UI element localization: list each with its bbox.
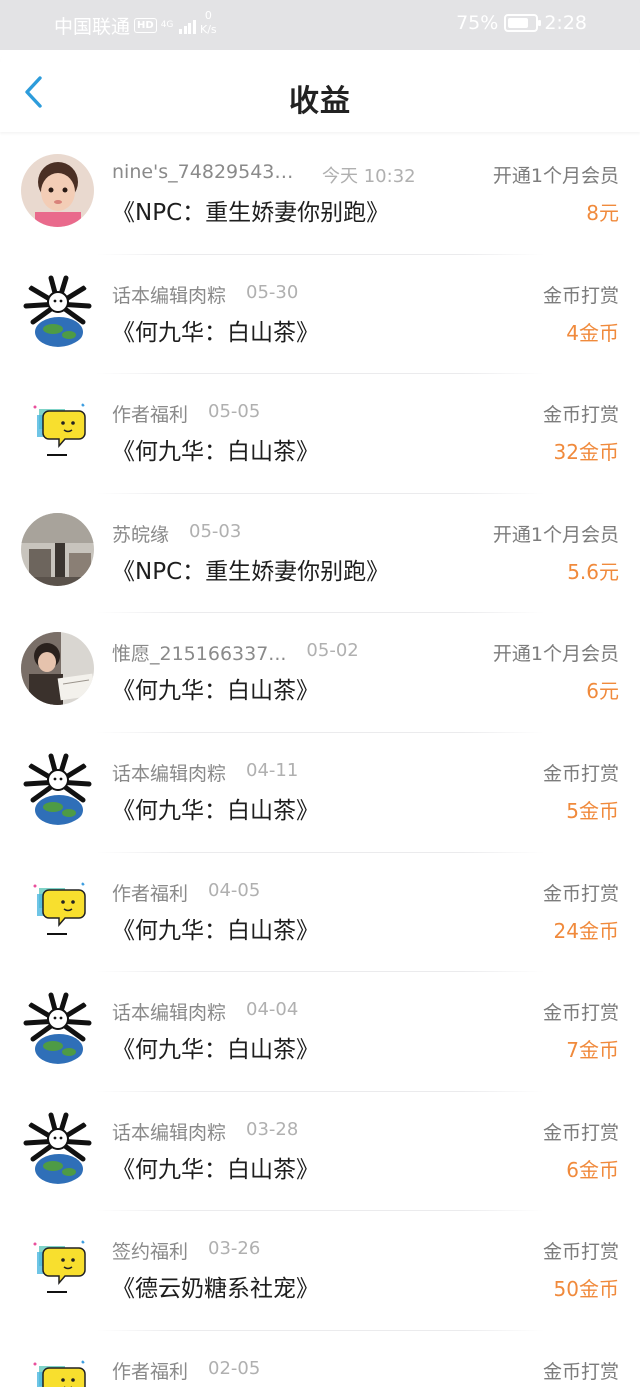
- meme-earth-avatar[interactable]: [21, 991, 94, 1065]
- username: 话本编辑肉粽: [112, 284, 227, 307]
- username: 话本编辑肉粽: [112, 1121, 227, 1144]
- username: nine's_748295438...: [112, 161, 302, 183]
- earning-type: 金币打赏: [542, 404, 619, 427]
- page-title: 收益: [289, 84, 351, 119]
- date-label: 04-04: [246, 999, 299, 1021]
- earning-row-9[interactable]: 话本编辑肉粽 03-28 《何九华：白山茶》 金币打赏 6金币: [0, 1092, 640, 1212]
- earning-type: 开通1个月会员: [492, 165, 619, 187]
- book-title: 《NPC：重生娇妻你别跑》: [112, 200, 390, 226]
- hd-badge: HD: [134, 18, 157, 33]
- battery-icon: [504, 14, 542, 32]
- photo-child-avatar[interactable]: [21, 154, 94, 227]
- username: 作者福利: [112, 1360, 189, 1383]
- network-label: 4G: [160, 20, 174, 30]
- username: 签约福利: [112, 1241, 189, 1264]
- date-label: 02-05: [208, 1357, 261, 1379]
- earning-row-6[interactable]: 话本编辑肉粽 04-11 《何九华：白山茶》 金币打赏 5金币: [0, 733, 640, 853]
- date-label: 今天 10:32: [322, 166, 416, 187]
- meme-bubble-avatar[interactable]: [21, 1230, 94, 1304]
- username: 作者福利: [112, 882, 189, 905]
- earning-type: 金币打赏: [542, 1121, 619, 1144]
- status-left: 中国联通 HD 4G: [54, 12, 196, 39]
- username: 话本编辑肉粽: [112, 1002, 227, 1025]
- date-label: 05-30: [246, 281, 299, 303]
- speed-unit: K/s: [200, 23, 217, 36]
- earning-row-10[interactable]: 签约福利 03-26 《德云奶糖系社宠》 金币打赏 50金币: [0, 1211, 640, 1331]
- date-label: 04-11: [246, 759, 299, 781]
- username: 惟愿_215166337...: [112, 643, 287, 666]
- book-title: 《何九华：白山茶》: [112, 1156, 319, 1183]
- meme-earth-avatar[interactable]: [21, 751, 94, 825]
- earning-type: 金币打赏: [542, 1241, 619, 1264]
- date-label: 05-03: [189, 520, 242, 542]
- earning-row-7[interactable]: 作者福利 04-05 《何九华：白山茶》 金币打赏 24金币: [0, 853, 640, 973]
- earning-amount: 24金币: [553, 918, 619, 943]
- date-label: 05-02: [306, 640, 359, 662]
- earning-type: 金币打赏: [542, 1002, 619, 1025]
- earning-type: 开通1个月会员: [492, 643, 619, 666]
- earning-type: 金币打赏: [542, 1360, 619, 1383]
- date-label: 03-28: [246, 1118, 299, 1140]
- earning-row-4[interactable]: 苏皖缘 05-03 《NPC：重生娇妻你别跑》 开通1个月会员 5.6元: [0, 494, 640, 614]
- earning-amount: 50金币: [553, 1277, 619, 1302]
- earning-row-8[interactable]: 话本编辑肉粽 04-04 《何九华：白山茶》 金币打赏 7金币: [0, 972, 640, 1092]
- earning-row-2[interactable]: 话本编辑肉粽 05-30 《何九华：白山茶》 金币打赏 4金币: [0, 255, 640, 375]
- earning-amount: 6金币: [566, 1157, 619, 1182]
- earning-amount: 8元: [586, 201, 619, 225]
- photo-room-avatar[interactable]: [21, 512, 94, 586]
- earning-amount: 4金币: [566, 320, 619, 345]
- earning-type: 金币打赏: [542, 284, 619, 307]
- book-title: 《NPC：重生娇妻你别跑》: [112, 558, 390, 585]
- earning-amount: 7金币: [566, 1038, 619, 1063]
- earning-amount: 6元: [586, 679, 619, 704]
- earning-row-1[interactable]: nine's_748295438... 今天 10:32 《NPC：重生娇妻你别…: [0, 135, 640, 255]
- photo-desk-avatar[interactable]: [21, 632, 94, 706]
- book-title: 《何九华：白山茶》: [112, 917, 319, 944]
- network-speed: 0 K/s: [200, 9, 217, 37]
- book-title: 《何九华：白山茶》: [112, 797, 319, 824]
- signal-icon: [179, 18, 196, 34]
- nav-header: 收益: [0, 50, 640, 132]
- book-title: 《德云奶糖系社宠》: [112, 1276, 319, 1303]
- username: 苏皖缘: [112, 523, 170, 546]
- meme-earth-avatar[interactable]: [21, 1110, 94, 1184]
- earning-amount: 32金币: [553, 440, 619, 465]
- speed-value: 0: [204, 9, 212, 22]
- earning-row-11[interactable]: 作者福利 02-05 金币打赏: [0, 1331, 640, 1387]
- date-label: 03-26: [208, 1238, 261, 1260]
- date-label: 04-05: [208, 879, 261, 901]
- book-title: 《何九华：白山茶》: [112, 439, 319, 466]
- earning-type: 开通1个月会员: [492, 523, 619, 546]
- status-right: 75% 2:28: [456, 12, 587, 34]
- date-label: 05-05: [208, 401, 261, 423]
- username: 话本编辑肉粽: [112, 762, 227, 785]
- username: 作者福利: [112, 404, 189, 427]
- earning-row-5[interactable]: 惟愿_215166337... 05-02 《何九华：白山茶》 开通1个月会员 …: [0, 613, 640, 733]
- meme-earth-avatar[interactable]: [21, 273, 94, 347]
- earning-row-3[interactable]: 作者福利 05-05 《何九华：白山茶》 金币打赏 32金币: [0, 374, 640, 494]
- carrier-label: 中国联通: [54, 16, 131, 38]
- meme-bubble-avatar[interactable]: [21, 1349, 94, 1387]
- earnings-list: nine's_748295438... 今天 10:32 《NPC：重生娇妻你别…: [0, 135, 640, 1387]
- meme-bubble-avatar[interactable]: [21, 393, 94, 467]
- earning-type: 金币打赏: [542, 762, 619, 785]
- earning-amount: 5.6元: [567, 559, 619, 584]
- book-title: 《何九华：白山茶》: [112, 1037, 319, 1064]
- book-title: 《何九华：白山茶》: [112, 319, 319, 346]
- book-title: 《何九华：白山茶》: [112, 678, 319, 705]
- status-bar: 中国联通 HD 4G 0 K/s 75% 2:28: [0, 0, 640, 50]
- clock: 2:28: [544, 12, 587, 34]
- earning-amount: 5金币: [566, 798, 619, 823]
- meme-bubble-avatar[interactable]: [21, 871, 94, 945]
- battery-percent: 75%: [456, 12, 499, 34]
- earning-type: 金币打赏: [542, 882, 619, 905]
